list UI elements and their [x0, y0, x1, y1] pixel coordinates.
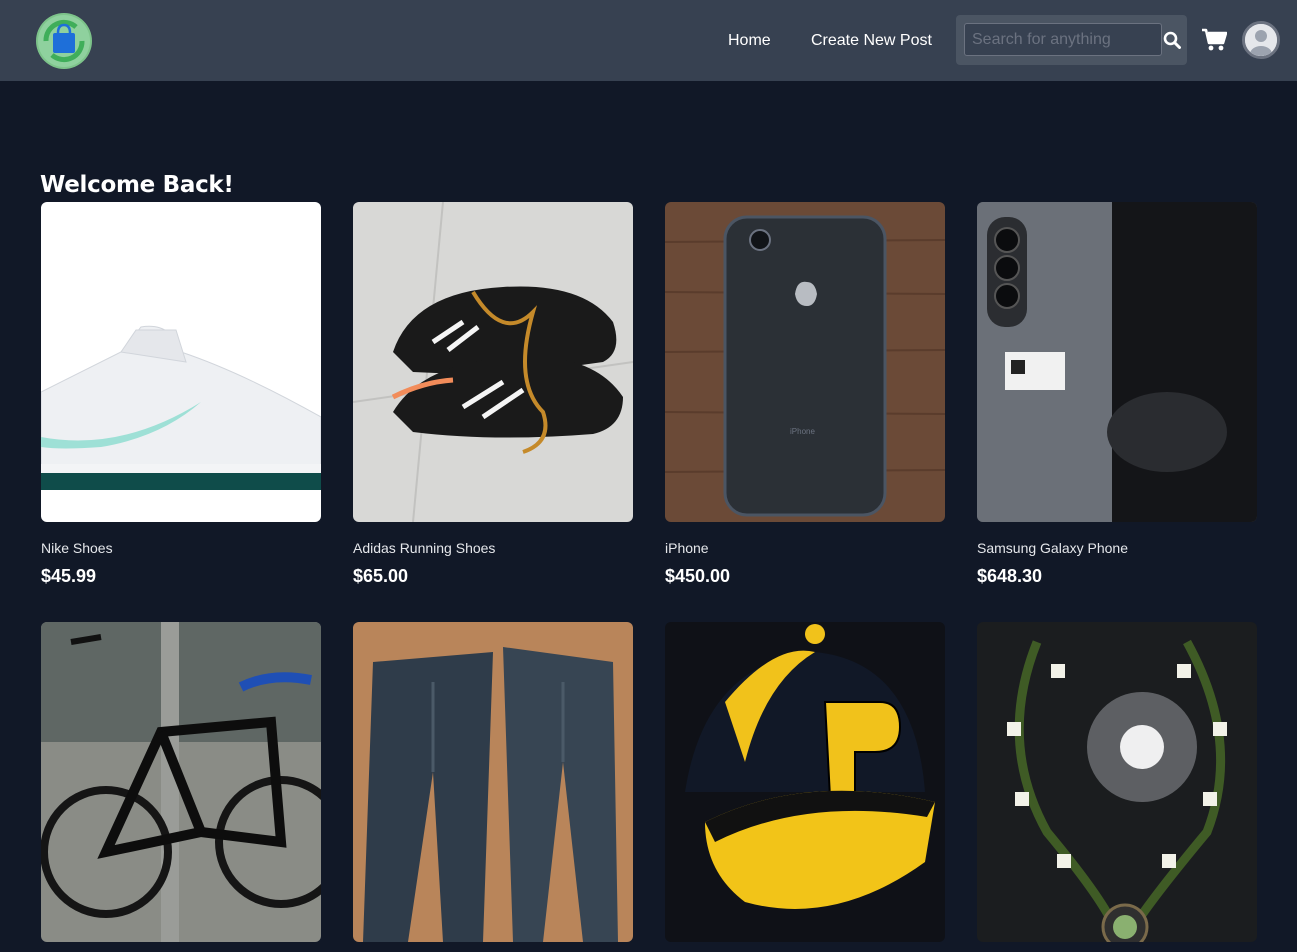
- search-icon[interactable]: [1161, 29, 1183, 51]
- nike-shoe-photo: [41, 202, 321, 522]
- product-name: Samsung Galaxy Phone: [977, 540, 1128, 556]
- beaded-necklace-photo: [977, 622, 1257, 942]
- product-card[interactable]: iPhone iPhone $450.00: [665, 202, 945, 586]
- product-name: iPhone: [665, 540, 709, 556]
- page-title: Welcome Back!: [40, 172, 234, 198]
- product-price: $450.00: [665, 566, 731, 586]
- jeans-photo: [353, 622, 633, 942]
- nav-home-link[interactable]: Home: [728, 31, 771, 51]
- samsung-phone-photo: [977, 202, 1257, 522]
- product-card[interactable]: Nike Shoes $45.99: [41, 202, 321, 586]
- product-card[interactable]: [41, 622, 321, 942]
- nav-create-post-link[interactable]: Create New Post: [811, 31, 932, 51]
- adidas-shoes-photo: [353, 202, 633, 522]
- penguins-cap-photo: [665, 622, 945, 942]
- product-name: Adidas Running Shoes: [353, 540, 496, 556]
- cart-icon[interactable]: [1201, 28, 1228, 52]
- product-card[interactable]: Samsung Galaxy Phone $648.30: [977, 202, 1257, 586]
- search-bar: [956, 15, 1187, 65]
- bicycle-photo: [41, 622, 321, 942]
- product-price: $65.00: [353, 566, 409, 586]
- product-name: Nike Shoes: [41, 540, 113, 556]
- user-avatar-icon[interactable]: [1242, 21, 1280, 59]
- product-card[interactable]: [353, 622, 633, 942]
- iphone-photo: iPhone: [665, 202, 945, 522]
- svg-text:iPhone: iPhone: [790, 427, 815, 436]
- product-card[interactable]: Adidas Running Shoes $65.00: [353, 202, 633, 586]
- top-navbar: Home Create New Post: [0, 0, 1297, 81]
- product-card[interactable]: [665, 622, 945, 942]
- product-card[interactable]: [977, 622, 1257, 942]
- product-price: $45.99: [41, 566, 97, 586]
- shopping-bag-logo-icon[interactable]: [36, 13, 92, 69]
- search-input[interactable]: [964, 23, 1162, 56]
- product-price: $648.30: [977, 566, 1043, 586]
